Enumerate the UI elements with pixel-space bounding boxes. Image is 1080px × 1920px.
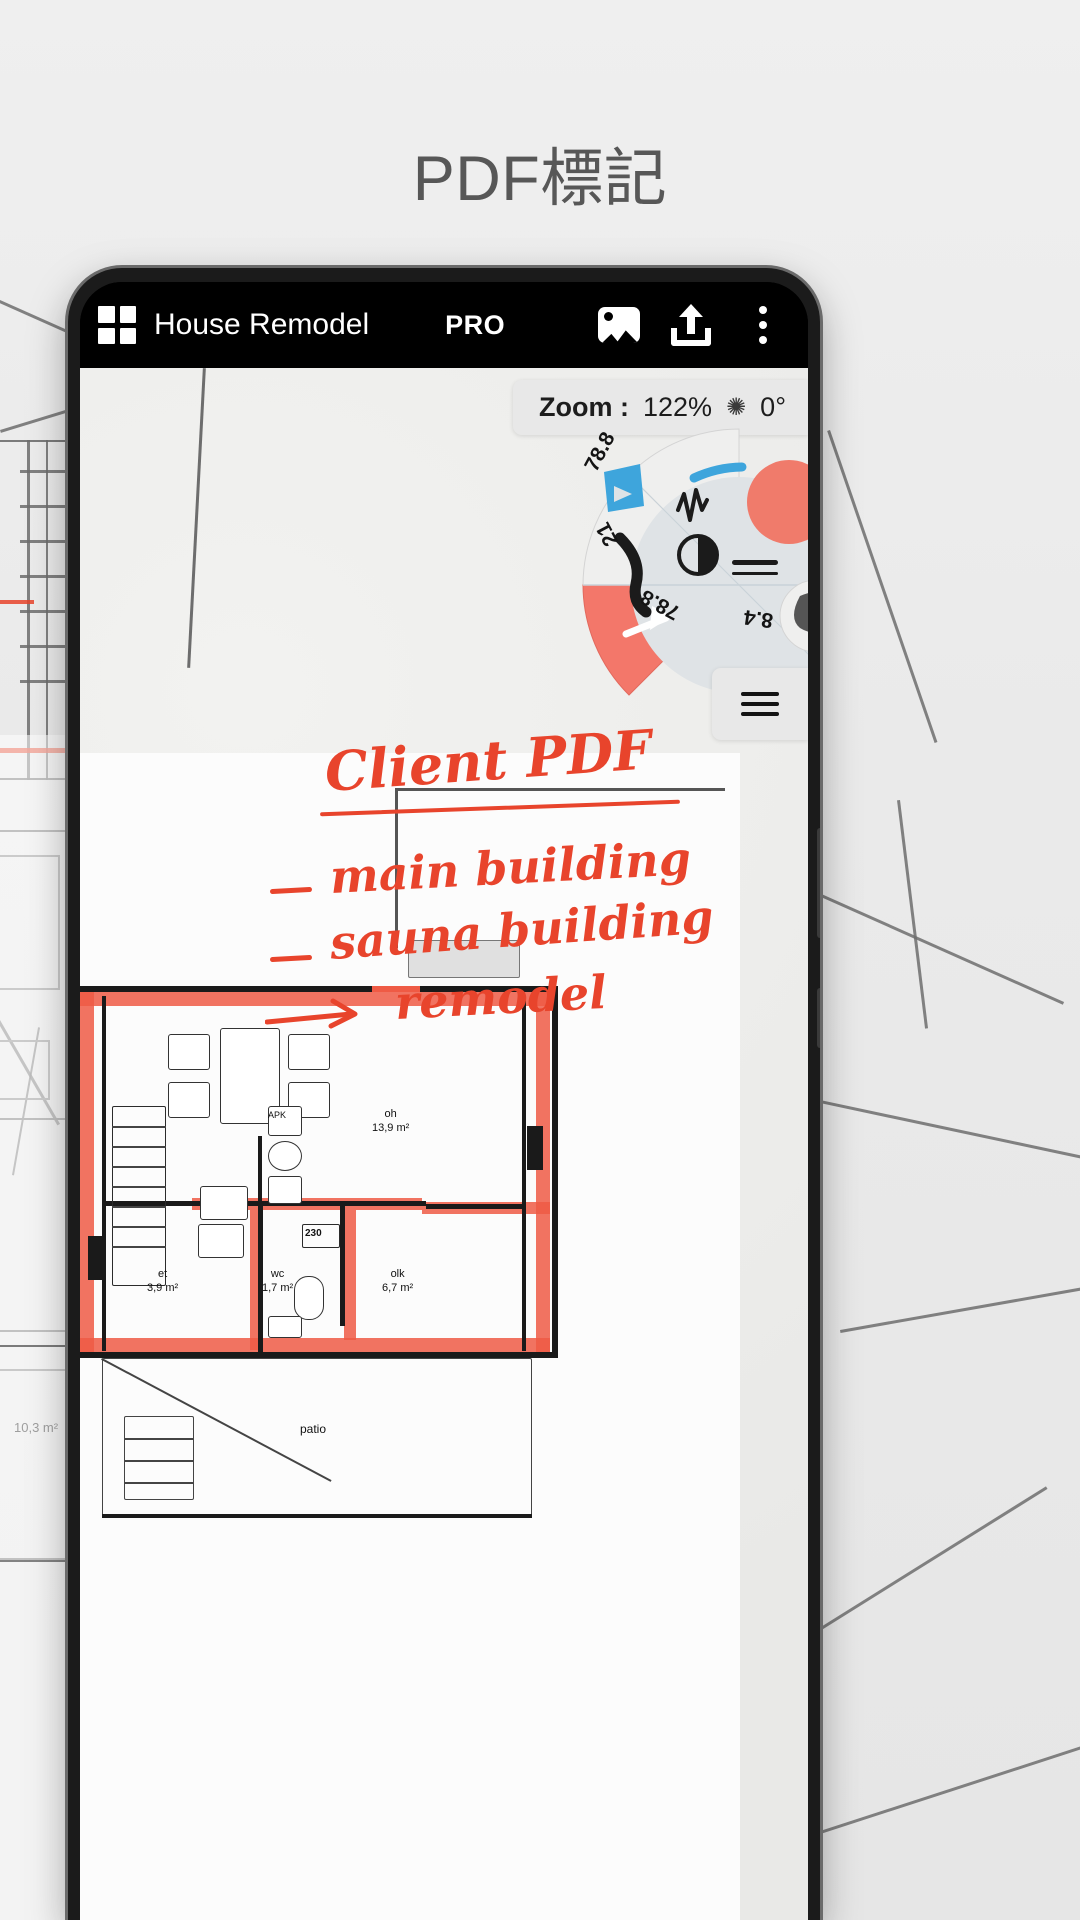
room-label-olk: olk 6,7 m² [382,1268,413,1296]
line-thickness-icon [732,572,778,575]
layers-icon [741,689,779,719]
upload-icon [671,304,711,346]
plan-stair-step [112,1246,166,1248]
plan-stair-step [112,1226,166,1228]
room-name: olk [390,1268,405,1280]
plan-toilet [294,1276,324,1320]
rotation-value: 0° [760,392,786,422]
phone-device-frame: House Remodel PRO Client PDF main buildi… [68,268,820,1920]
plan-wall [552,986,558,1358]
bg-drawing-line [20,470,66,473]
plan-stair-step [112,1166,166,1168]
bg-drawing-line [20,575,66,578]
room-name: oh [384,1108,397,1120]
zoom-label: Zoom : [539,392,629,422]
plan-wall [426,1204,526,1209]
bg-sketch-line [800,1486,1048,1643]
plan-fixture [268,1316,302,1338]
room-area: 1,7 m² [262,1281,294,1294]
room-label-wc: wc 1,7 m² [262,1268,293,1296]
plan-marking-apk: APK [268,1110,287,1120]
device-side-button[interactable] [817,828,820,938]
plan-wall [522,996,526,1351]
plan-stair-step [112,1126,166,1128]
room-name: wc [270,1268,285,1280]
plan-chair [168,1082,210,1118]
phone-screen: House Remodel PRO Client PDF main buildi… [80,282,808,1920]
app-toolbar: House Remodel PRO [80,282,808,368]
bg-sketch-line [819,1100,1080,1162]
floorplan-drawing: 230 APK oh 13,9 m² et 3,9 m² wc 1,7 m² o… [80,986,572,1518]
plan-wall [102,1514,532,1518]
annotation-arrow-icon [264,996,375,1041]
grid-menu-icon[interactable] [98,306,136,344]
pro-badge: PRO [445,309,506,340]
plan-opening [527,1126,543,1170]
plan-wall [102,996,106,1351]
bg-sketch-line [840,1286,1080,1333]
line-thickness-icon [732,560,778,565]
insert-image-button[interactable] [592,298,646,352]
bg-drawing-line [20,540,66,543]
zoom-value: 122% [643,392,713,422]
plan-fixture [198,1224,244,1258]
room-name: et [158,1268,168,1280]
plan-opening [88,1236,104,1280]
plan-patio-step-line [124,1482,194,1484]
bg-drawing-line [20,505,66,508]
share-export-button[interactable] [664,298,718,352]
bg-drawing-line [20,610,66,613]
plan-highlight-wall [80,1338,550,1352]
plan-highlight-wall [344,1210,356,1340]
room-area: 3,9 m² [147,1281,179,1294]
document-title: House Remodel [154,308,370,341]
room-label-oh: oh 13,9 m² [372,1108,409,1136]
image-icon [598,307,640,343]
room-area: 13,9 m² [372,1121,410,1134]
device-side-button[interactable] [817,988,820,1048]
plan-wall [340,1206,345,1326]
plan-stair-step [112,1146,166,1148]
layers-button[interactable] [712,668,808,740]
polygon-icon [604,464,644,512]
annotation-bullet-3: remodel [393,964,608,1030]
plan-stair-step [112,1206,166,1208]
room-area: 6,7 m² [382,1281,414,1294]
rotate-icon: ✺ [726,394,747,421]
plan-stair-step [112,1186,166,1188]
plan-wall [258,1136,262,1204]
plan-staircase [112,1106,166,1286]
bg-sketch-line [827,430,938,743]
plan-patio-step-line [124,1460,194,1462]
plan-highlight-wall [80,992,94,1352]
bg-drawing-line [20,645,66,648]
plan-chair [168,1034,210,1070]
plan-highlight-wall [536,992,550,1352]
plan-patio-step-line [124,1438,194,1440]
overflow-menu-button[interactable] [736,298,790,352]
plan-patio-step [124,1416,194,1500]
bg-sketch-line [897,800,929,1029]
plan-marking-230: 230 [305,1228,322,1239]
radial-label-eraser: 8.4 [742,605,775,632]
bg-sketch-line [788,880,1065,1005]
room-label-et: et 3,9 m² [147,1268,178,1296]
more-vertical-icon [759,306,767,344]
document-canvas[interactable]: Client PDF main building sauna building … [80,368,808,1920]
doc-sketch-line [187,368,206,668]
page-title: PDF標記 [412,144,668,214]
plan-fixture [200,1186,248,1220]
bg-highlight-line [0,600,34,604]
room-label-patio: patio [300,1422,327,1436]
plan-fixture [268,1176,302,1204]
plan-fixture [268,1141,302,1171]
bg-drawing-line [20,680,66,683]
